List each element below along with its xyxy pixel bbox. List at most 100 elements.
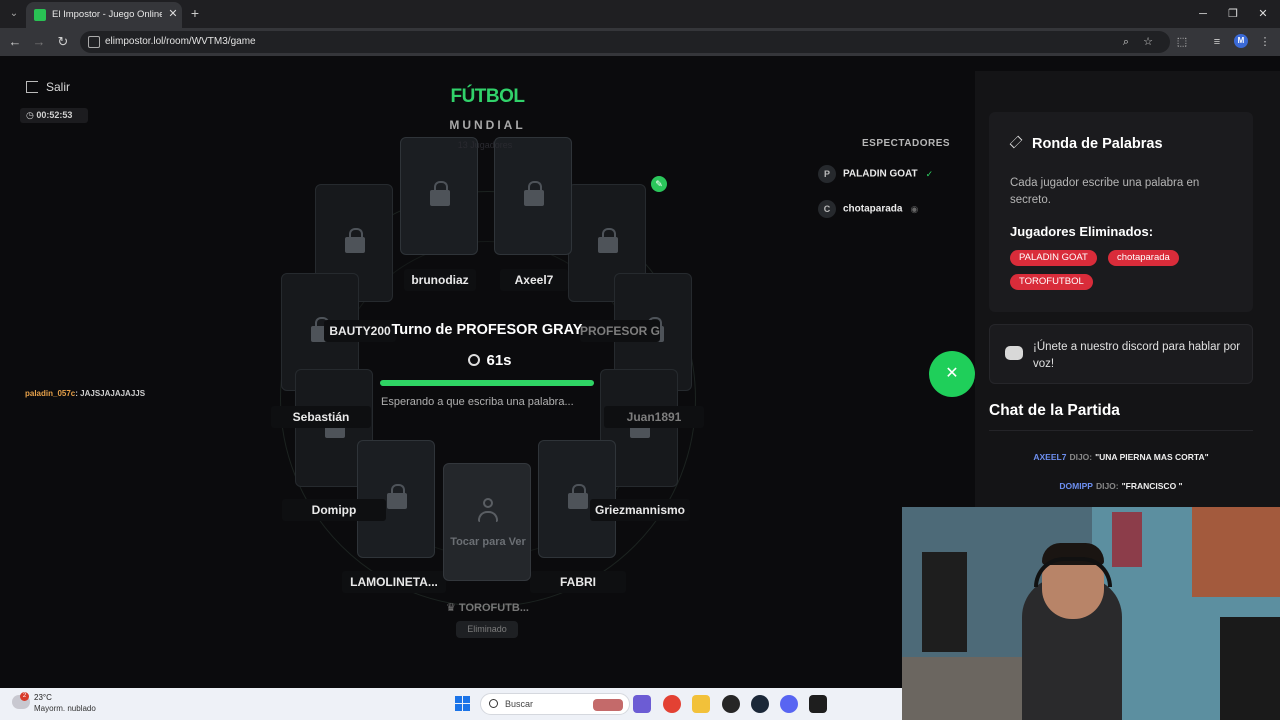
teams-icon[interactable] (633, 695, 651, 713)
file-explorer-icon[interactable] (692, 695, 710, 713)
browser-tab[interactable]: El Impostor - Juego Online Gra ✕ (26, 2, 182, 28)
category-title: FÚTBOL (450, 86, 525, 107)
favicon-icon (34, 9, 46, 21)
floating-chat-message: paladin_057c: JAJSJAJAJAJJS (25, 389, 145, 398)
eliminated-badge: Eliminado (456, 621, 518, 638)
player-name-tag: Sebastián (271, 406, 371, 428)
avatar: C (818, 200, 836, 218)
check-icon: ✓ (925, 168, 934, 179)
floating-chat-text: : JAJSJAJAJAJJS (75, 389, 146, 398)
player-name-tag: Juan1891 (604, 406, 704, 428)
round-description: Cada jugador escribe una palabra en secr… (1010, 177, 1200, 206)
turn-progress-fill (380, 380, 594, 386)
browser-tabbar: ⌄ El Impostor - Juego Online Gra ✕ + ─ ❐… (0, 0, 1280, 28)
logout-icon (26, 81, 38, 93)
round-title: Ronda de Palabras (1009, 135, 1163, 152)
search-icon (489, 699, 498, 708)
swords-action-button[interactable]: ✕ (929, 351, 975, 397)
discord-app-icon[interactable] (780, 695, 798, 713)
turn-progress-bar (380, 380, 594, 386)
chat-user: DOMIPP (1059, 481, 1093, 491)
new-tab-plus-icon[interactable]: + (188, 5, 202, 21)
player-card-back[interactable] (400, 137, 478, 255)
lock-icon (598, 228, 618, 253)
exit-label: Salir (46, 80, 71, 94)
edit-pencil-icon[interactable]: ✎ (651, 176, 667, 192)
profile-avatar[interactable]: M (1234, 34, 1248, 48)
player-name-tag: Axeel7 (500, 269, 568, 291)
steam-icon[interactable] (751, 695, 769, 713)
address-bar[interactable]: elimpostor.lol/room/WVTM3/game (80, 31, 1170, 53)
back-arrow-icon[interactable]: ← (7, 34, 23, 50)
lock-icon (524, 181, 544, 206)
round-title-text: Ronda de Palabras (1032, 136, 1163, 152)
taskbar-search[interactable]: Buscar (480, 693, 630, 715)
window-close-icon[interactable]: ✕ (1253, 6, 1273, 22)
notification-badge: 2 (20, 692, 29, 701)
spectators-title: ESPECTADORES (862, 138, 951, 149)
player-name-tag: Domipp (282, 499, 386, 521)
bookmark-star-icon[interactable]: ☆ (1140, 34, 1156, 50)
tab-list-chevron-icon[interactable]: ⌄ (6, 6, 22, 22)
url-text: elimpostor.lol/room/WVTM3/game (105, 36, 256, 47)
forward-arrow-icon[interactable]: → (31, 34, 47, 50)
weather-temp: 23°C (34, 693, 52, 702)
player-name-tag: Griezmannismo (590, 499, 690, 521)
obs-icon[interactable] (722, 695, 740, 713)
current-player-label: TOROFUTB... (458, 602, 529, 614)
zoom-icon[interactable]: ⌕ (1118, 34, 1134, 50)
exit-button[interactable]: Salir (26, 80, 70, 96)
menu-kebab-icon[interactable]: ⋮ (1257, 34, 1273, 50)
spectator-item[interactable]: P PALADIN GOAT ✓ (818, 165, 933, 185)
player-name-tag: LAMOLINETA... (342, 571, 446, 593)
avatar: P (818, 165, 836, 183)
chrome-icon[interactable] (663, 695, 681, 713)
stopwatch-icon (468, 354, 481, 366)
turn-timer-value: 61s (486, 352, 512, 369)
discord-icon (1005, 346, 1023, 360)
weather-desc: Mayorm. nublado (34, 704, 96, 713)
spectator-item[interactable]: Cchotaparada ◉ (818, 200, 918, 220)
extensions-icon[interactable]: ⬚ (1174, 34, 1190, 50)
lock-icon (387, 484, 407, 509)
minimize-icon[interactable]: ─ (1193, 6, 1213, 22)
discord-text: ¡Únete a nuestro discord para hablar por… (1033, 341, 1241, 370)
turn-title: Turno de PROFESOR GRAY (391, 322, 583, 338)
media-icon[interactable]: ≡ (1209, 34, 1225, 50)
chat-message: AXEEL7 DIJO: "UNA PIERNA MAS CORTA" (989, 452, 1253, 462)
eliminated-players-title: Jugadores Eliminados: (1010, 224, 1154, 239)
site-info-icon[interactable] (88, 36, 100, 48)
chat-user: AXEEL7 (1033, 452, 1067, 462)
terminal-icon[interactable] (809, 695, 827, 713)
tab-close-icon[interactable]: ✕ (166, 7, 180, 21)
discord-invite[interactable]: ¡Únete a nuestro discord para hablar por… (989, 324, 1253, 384)
elapsed-time: 00:52:53 (36, 110, 73, 120)
tap-to-view-label: Tocar para Ver (450, 536, 526, 548)
floating-chat-user: paladin_057c (25, 389, 76, 398)
windows-start-icon[interactable] (455, 696, 471, 712)
chat-divider (989, 430, 1253, 431)
reload-icon[interactable]: ↻ (55, 34, 71, 50)
restore-icon[interactable]: ❐ (1223, 6, 1243, 22)
current-player-name: ♛ TOROFUTB... (446, 602, 529, 614)
taskbar-search-placeholder: Buscar (505, 699, 534, 709)
my-word-card[interactable]: Tocar para Ver (443, 463, 531, 581)
chat-said: DIJO: (1069, 452, 1093, 462)
player-card-back[interactable] (494, 137, 572, 255)
os-taskbar: 2 23°C Mayorm. nublado Buscar (0, 688, 902, 720)
round-info-card: Ronda de Palabras Cada jugador escribe u… (989, 112, 1253, 312)
chat-said: DIJO: (1095, 481, 1119, 491)
eliminated-player-pill: PALADIN GOAT (1010, 250, 1097, 266)
chat-text: "UNA PIERNA MAS CORTA" (1095, 452, 1209, 462)
webcam-overlay (902, 507, 1280, 720)
chat-text: "FRANCISCO " (1121, 481, 1183, 491)
lock-icon (568, 484, 588, 509)
user-icon (478, 498, 498, 524)
player-name-tag: brunodiaz (404, 269, 476, 291)
chat-title: Chat de la Partida (989, 402, 1120, 419)
pencil-icon (1009, 135, 1023, 149)
players-count: 13 Jugadores (457, 140, 513, 150)
subcategory-title: MUNDIAL (449, 118, 526, 132)
lock-icon (345, 228, 365, 253)
browser-toolbar: ← → ↻ elimpostor.lol/room/WVTM3/game ⌕ ☆… (0, 28, 1280, 56)
